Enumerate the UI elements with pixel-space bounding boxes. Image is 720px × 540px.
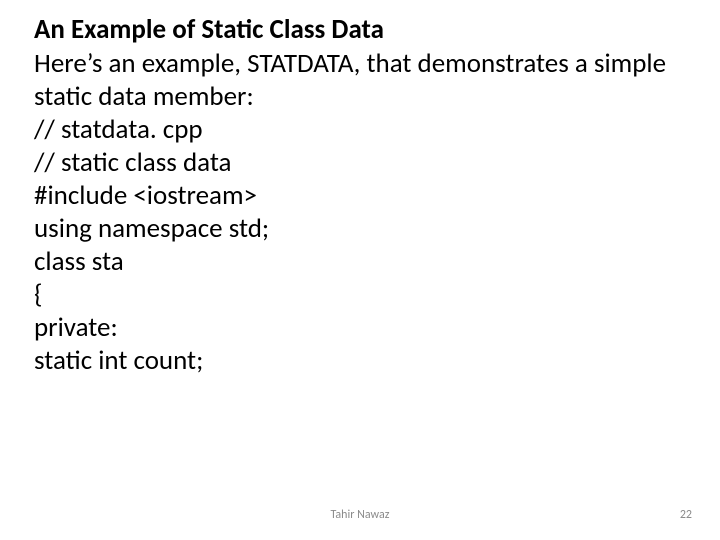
slide-body: Here’s an example, STATDATA, that demons… <box>34 48 686 377</box>
body-line: Here’s an example, STATDATA, that demons… <box>34 48 686 114</box>
slide: An Example of Static Class Data Here’s a… <box>0 0 720 540</box>
body-line: { <box>34 279 686 312</box>
body-line: static int count; <box>34 345 686 378</box>
body-line: private: <box>34 312 686 345</box>
body-line: // statdata. cpp <box>34 114 686 147</box>
slide-title: An Example of Static Class Data <box>34 14 686 46</box>
body-line: #include <iostream> <box>34 180 686 213</box>
page-number: 22 <box>680 508 692 522</box>
body-line: // static class data <box>34 147 686 180</box>
body-line: using namespace std; <box>34 213 686 246</box>
body-line: class sta <box>34 246 686 279</box>
footer-author: Tahir Nawaz <box>0 508 720 522</box>
